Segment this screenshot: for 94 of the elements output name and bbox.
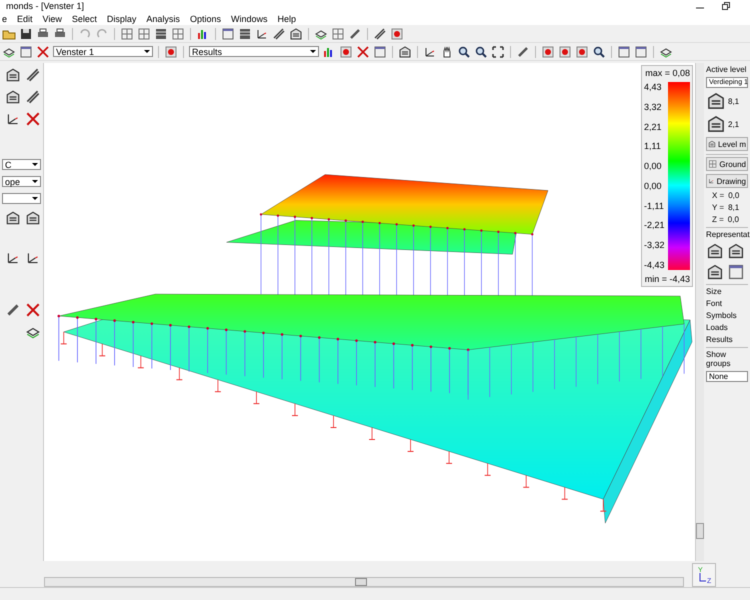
size-label: Symbols bbox=[706, 311, 738, 320]
grid-icon[interactable] bbox=[331, 26, 345, 40]
legend-tick: -4,43 bbox=[644, 260, 665, 270]
grid-icon[interactable] bbox=[171, 26, 185, 40]
menu-item[interactable]: Edit bbox=[17, 14, 33, 24]
window-icon[interactable] bbox=[727, 263, 745, 281]
cross-icon[interactable] bbox=[25, 302, 41, 318]
cross-icon[interactable] bbox=[25, 111, 41, 127]
building-icon[interactable] bbox=[706, 91, 726, 111]
result-dropdown[interactable]: Results bbox=[189, 46, 319, 57]
record-icon[interactable] bbox=[575, 44, 589, 58]
legend-max: max = 0,08 bbox=[645, 68, 690, 78]
size-label: Results bbox=[706, 335, 734, 344]
building-icon[interactable] bbox=[706, 263, 724, 281]
legend-tick: 2,21 bbox=[644, 122, 663, 132]
cross-icon[interactable] bbox=[36, 44, 50, 58]
building-icon[interactable] bbox=[706, 114, 726, 134]
menu-item[interactable]: Display bbox=[106, 14, 136, 24]
record-icon[interactable] bbox=[558, 44, 572, 58]
menu-item[interactable]: e bbox=[2, 14, 8, 24]
legend-tick: -2,21 bbox=[644, 220, 665, 230]
groups-dropdown[interactable]: None bbox=[706, 371, 748, 382]
grid-icon[interactable] bbox=[120, 26, 134, 40]
coordinate-label: Y = bbox=[712, 203, 724, 212]
legend-tick: 3,32 bbox=[644, 102, 663, 112]
fit-view-icon[interactable] bbox=[491, 44, 505, 58]
building-icon[interactable] bbox=[5, 210, 21, 226]
beam-icon[interactable] bbox=[373, 26, 387, 40]
window-icon[interactable] bbox=[19, 44, 33, 58]
section-title: Size bbox=[706, 287, 723, 296]
save-icon[interactable] bbox=[19, 26, 33, 40]
legend-tick: 1,11 bbox=[644, 141, 662, 152]
legend-tick: -1,11 bbox=[644, 200, 665, 211]
legend-tick: 0,00 bbox=[644, 180, 663, 191]
option-dropdown[interactable]: C bbox=[2, 159, 41, 170]
building-icon[interactable] bbox=[289, 26, 303, 40]
ground-button[interactable]: Ground bbox=[706, 157, 748, 171]
menu-item[interactable]: Select bbox=[72, 14, 97, 24]
coordinate-value: 0,0 bbox=[728, 215, 739, 224]
section-title: Active level bbox=[706, 65, 748, 74]
menu-item[interactable]: Help bbox=[277, 14, 296, 24]
table-icon[interactable] bbox=[154, 26, 168, 40]
window-icon[interactable] bbox=[373, 44, 387, 58]
coordinate-label: X = bbox=[712, 191, 724, 200]
level-value: 8,1 bbox=[728, 96, 740, 106]
option-dropdown[interactable] bbox=[2, 193, 41, 204]
option-dropdown[interactable]: ope bbox=[2, 176, 41, 187]
menu-item[interactable]: Windows bbox=[230, 14, 268, 24]
beam-icon[interactable] bbox=[25, 67, 41, 83]
record-icon[interactable] bbox=[541, 44, 555, 58]
legend-tick: 4,43 bbox=[644, 82, 663, 92]
window-icon[interactable] bbox=[617, 44, 631, 58]
grid-icon[interactable] bbox=[137, 26, 151, 40]
window-title: monds - [Venster 1] bbox=[6, 1, 84, 11]
coordinate-value: 0,0 bbox=[728, 191, 740, 200]
menu-item[interactable]: View bbox=[42, 14, 62, 24]
section-title: Representat bbox=[706, 230, 748, 239]
building-icon[interactable] bbox=[5, 67, 21, 83]
window-icon[interactable] bbox=[221, 26, 235, 40]
building-icon[interactable] bbox=[727, 242, 745, 260]
size-label: Font bbox=[706, 299, 724, 308]
horizontal-scrollbar[interactable] bbox=[44, 577, 684, 587]
legend-tick: -3,32 bbox=[644, 240, 665, 250]
menu-item[interactable]: Options bbox=[190, 14, 221, 24]
level-value: 2,1 bbox=[728, 120, 740, 128]
drawing-button[interactable]: Drawing bbox=[706, 174, 748, 188]
beam-icon[interactable] bbox=[25, 89, 41, 105]
zoom-icon[interactable] bbox=[474, 44, 488, 58]
menu-item[interactable]: Analysis bbox=[146, 14, 180, 24]
table-icon[interactable] bbox=[238, 26, 252, 40]
legend-min: min = -4,43 bbox=[644, 274, 690, 284]
section-title: Show groups bbox=[706, 350, 732, 368]
record-icon[interactable] bbox=[390, 26, 404, 40]
beam-icon[interactable] bbox=[272, 26, 286, 40]
coordinate-value: 8,1 bbox=[728, 203, 740, 212]
building-icon[interactable] bbox=[708, 139, 716, 149]
record-icon[interactable] bbox=[164, 44, 178, 58]
building-icon[interactable] bbox=[25, 210, 41, 226]
record-icon[interactable] bbox=[339, 44, 353, 58]
cross-icon[interactable] bbox=[356, 44, 370, 58]
building-icon[interactable] bbox=[398, 44, 412, 58]
legend-tick: 0,00 bbox=[644, 161, 663, 172]
building-icon[interactable] bbox=[5, 89, 21, 105]
vertical-scrollbar[interactable] bbox=[695, 63, 704, 561]
zoom-icon[interactable] bbox=[592, 44, 606, 58]
window-icon[interactable] bbox=[634, 44, 648, 58]
size-label: Loads bbox=[706, 323, 729, 332]
coordinate-label: Z = bbox=[712, 215, 724, 224]
window-dropdown[interactable]: Venster 1 bbox=[53, 46, 153, 57]
grid-icon[interactable] bbox=[708, 159, 718, 169]
restore-icon[interactable] bbox=[722, 2, 730, 10]
zoom-icon[interactable] bbox=[457, 44, 471, 58]
building-icon[interactable] bbox=[706, 242, 724, 260]
level-button[interactable]: Level m bbox=[706, 137, 748, 151]
